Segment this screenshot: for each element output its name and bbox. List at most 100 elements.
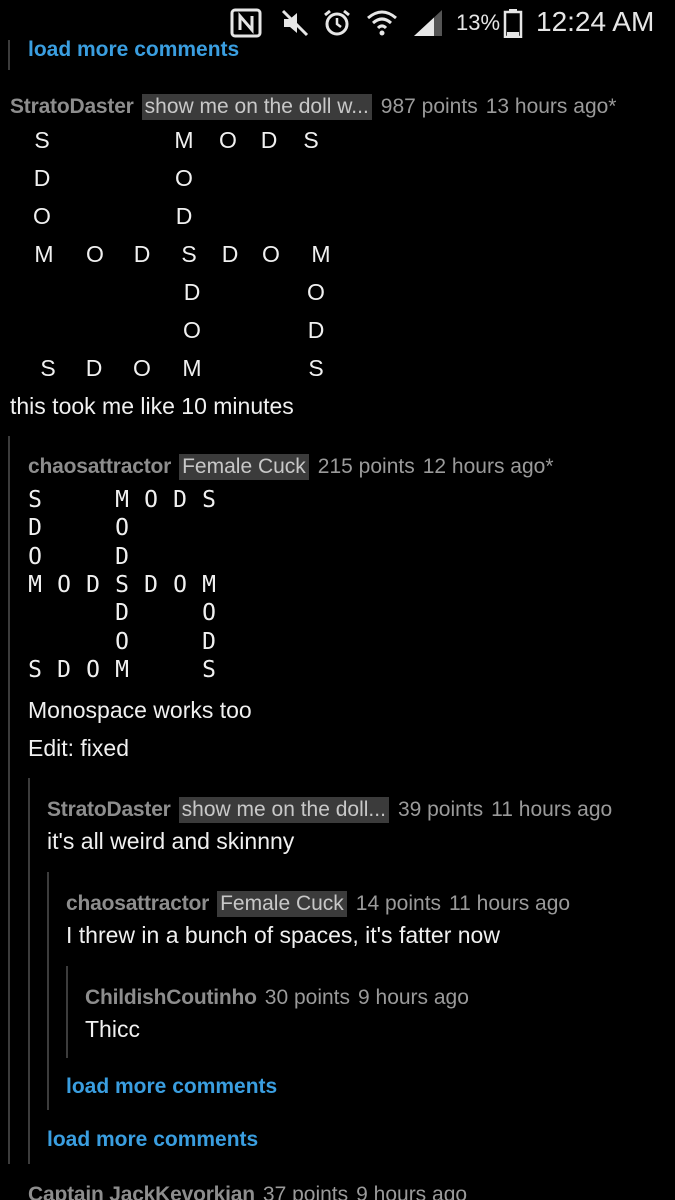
thread-line bbox=[8, 436, 10, 1164]
art-char: M bbox=[115, 487, 129, 513]
art-char: O bbox=[144, 487, 158, 513]
art-char: D bbox=[175, 203, 193, 229]
art-char: O bbox=[28, 544, 42, 570]
art-char: D bbox=[260, 127, 278, 153]
comment-time: 9 hours ago bbox=[356, 1183, 468, 1200]
wifi-icon bbox=[367, 10, 397, 36]
art-char: M bbox=[174, 127, 194, 153]
art-char: O bbox=[219, 127, 237, 153]
art-char: D bbox=[33, 165, 51, 191]
comment-body: Thicc bbox=[85, 1016, 140, 1042]
art-char: S bbox=[34, 127, 50, 153]
load-more-comments-link[interactable]: load more comments bbox=[47, 1128, 258, 1152]
comment-body: I threw in a bunch of spaces, it's fatte… bbox=[66, 922, 500, 948]
art-char: M bbox=[115, 657, 129, 683]
battery-icon bbox=[503, 9, 523, 38]
comment-meta: chaosattractor Female Cuck 14 points 11 … bbox=[66, 889, 570, 919]
comment-meta: chaosattractor Female Cuck 215 points 12… bbox=[28, 452, 554, 482]
art-char: M bbox=[34, 241, 54, 267]
comment-author[interactable]: ChildishCoutinho bbox=[85, 986, 257, 1010]
art-char: D bbox=[133, 241, 151, 267]
art-char: O bbox=[57, 572, 71, 598]
mute-icon bbox=[281, 9, 309, 37]
art-char: D bbox=[221, 241, 239, 267]
art-char: O bbox=[86, 657, 100, 683]
thread-line bbox=[28, 778, 30, 1164]
art-char: O bbox=[173, 572, 187, 598]
art-char: D bbox=[86, 572, 100, 598]
comment-meta: StratoDaster show me on the doll w... 98… bbox=[10, 92, 616, 122]
comment-points: 39 points bbox=[397, 798, 484, 821]
art-char: M bbox=[311, 241, 331, 267]
art-char: S bbox=[181, 241, 197, 267]
art-char: D bbox=[28, 515, 42, 541]
art-char: O bbox=[175, 165, 193, 191]
art-char: O bbox=[86, 241, 104, 267]
user-flair: show me on the doll... bbox=[178, 797, 389, 823]
comment-body-edit: Edit: fixed bbox=[28, 735, 129, 761]
signal-icon bbox=[414, 10, 442, 36]
comment-author[interactable]: chaosattractor bbox=[66, 892, 209, 916]
art-char: O bbox=[262, 241, 280, 267]
art-char: S bbox=[202, 657, 216, 683]
art-char: S bbox=[28, 657, 42, 683]
art-char: S bbox=[308, 355, 324, 381]
art-char: D bbox=[173, 487, 187, 513]
art-char: O bbox=[115, 629, 129, 655]
art-char: D bbox=[144, 572, 158, 598]
art-char: M bbox=[28, 572, 42, 598]
comment-author[interactable]: Captain JackKevorkian bbox=[28, 1183, 255, 1200]
comment-body: it's all weird and skinnny bbox=[47, 828, 295, 854]
art-char: D bbox=[57, 657, 71, 683]
user-flair: Female Cuck bbox=[179, 454, 309, 480]
comment-points: 37 points bbox=[262, 1183, 349, 1200]
user-flair: show me on the doll w... bbox=[141, 94, 372, 120]
comment-time: 12 hours ago* bbox=[422, 455, 554, 478]
alarm-icon bbox=[324, 9, 350, 36]
thread-line bbox=[47, 872, 49, 1110]
art-char: D bbox=[115, 544, 129, 570]
comment-points: 30 points bbox=[264, 986, 350, 1009]
art-char: O bbox=[115, 515, 129, 541]
battery-percent: 13% bbox=[456, 10, 501, 35]
art-char: S bbox=[115, 572, 129, 598]
load-more-comments-link[interactable]: load more comments bbox=[28, 38, 239, 62]
art-char: D bbox=[183, 279, 201, 305]
art-char: S bbox=[202, 487, 216, 513]
art-char: S bbox=[28, 487, 42, 513]
comment-time: 9 hours ago bbox=[358, 986, 469, 1009]
thread-line bbox=[8, 40, 10, 70]
comment-time: 13 hours ago* bbox=[485, 95, 617, 118]
comment-points: 215 points bbox=[317, 455, 415, 478]
thread-line bbox=[66, 966, 68, 1058]
art-char: S bbox=[303, 127, 319, 153]
art-char: O bbox=[202, 600, 216, 626]
comment-time: 11 hours ago bbox=[491, 798, 613, 821]
art-char: D bbox=[307, 317, 325, 343]
comment-time: 11 hours ago bbox=[449, 892, 571, 915]
art-char: D bbox=[115, 600, 129, 626]
art-char: M bbox=[202, 572, 216, 598]
art-char: O bbox=[133, 355, 151, 381]
load-more-comments-link[interactable]: load more comments bbox=[66, 1075, 277, 1099]
art-char: O bbox=[183, 317, 201, 343]
art-char: D bbox=[202, 629, 216, 655]
user-flair: Female Cuck bbox=[217, 891, 347, 917]
art-char: O bbox=[307, 279, 325, 305]
comment-author[interactable]: StratoDaster bbox=[10, 95, 134, 119]
comment-meta: ChildishCoutinho 30 points 9 hours ago bbox=[85, 983, 469, 1013]
art-char: O bbox=[33, 203, 51, 229]
clock: 12:24 AM bbox=[536, 6, 655, 37]
comment-meta: Captain JackKevorkian 37 points 9 hours … bbox=[28, 1180, 467, 1200]
comment-author[interactable]: chaosattractor bbox=[28, 455, 171, 479]
comment-body: this took me like 10 minutes bbox=[10, 393, 294, 419]
comment-meta: StratoDaster show me on the doll... 39 p… bbox=[47, 795, 612, 825]
comment-points: 14 points bbox=[355, 892, 442, 915]
comment-author[interactable]: StratoDaster bbox=[47, 798, 171, 822]
nfc-icon bbox=[230, 8, 262, 38]
art-char: M bbox=[182, 355, 202, 381]
comment-body: Monospace works too bbox=[28, 697, 252, 723]
art-char: S bbox=[40, 355, 56, 381]
art-char: D bbox=[85, 355, 103, 381]
comment-points: 987 points bbox=[380, 95, 478, 118]
